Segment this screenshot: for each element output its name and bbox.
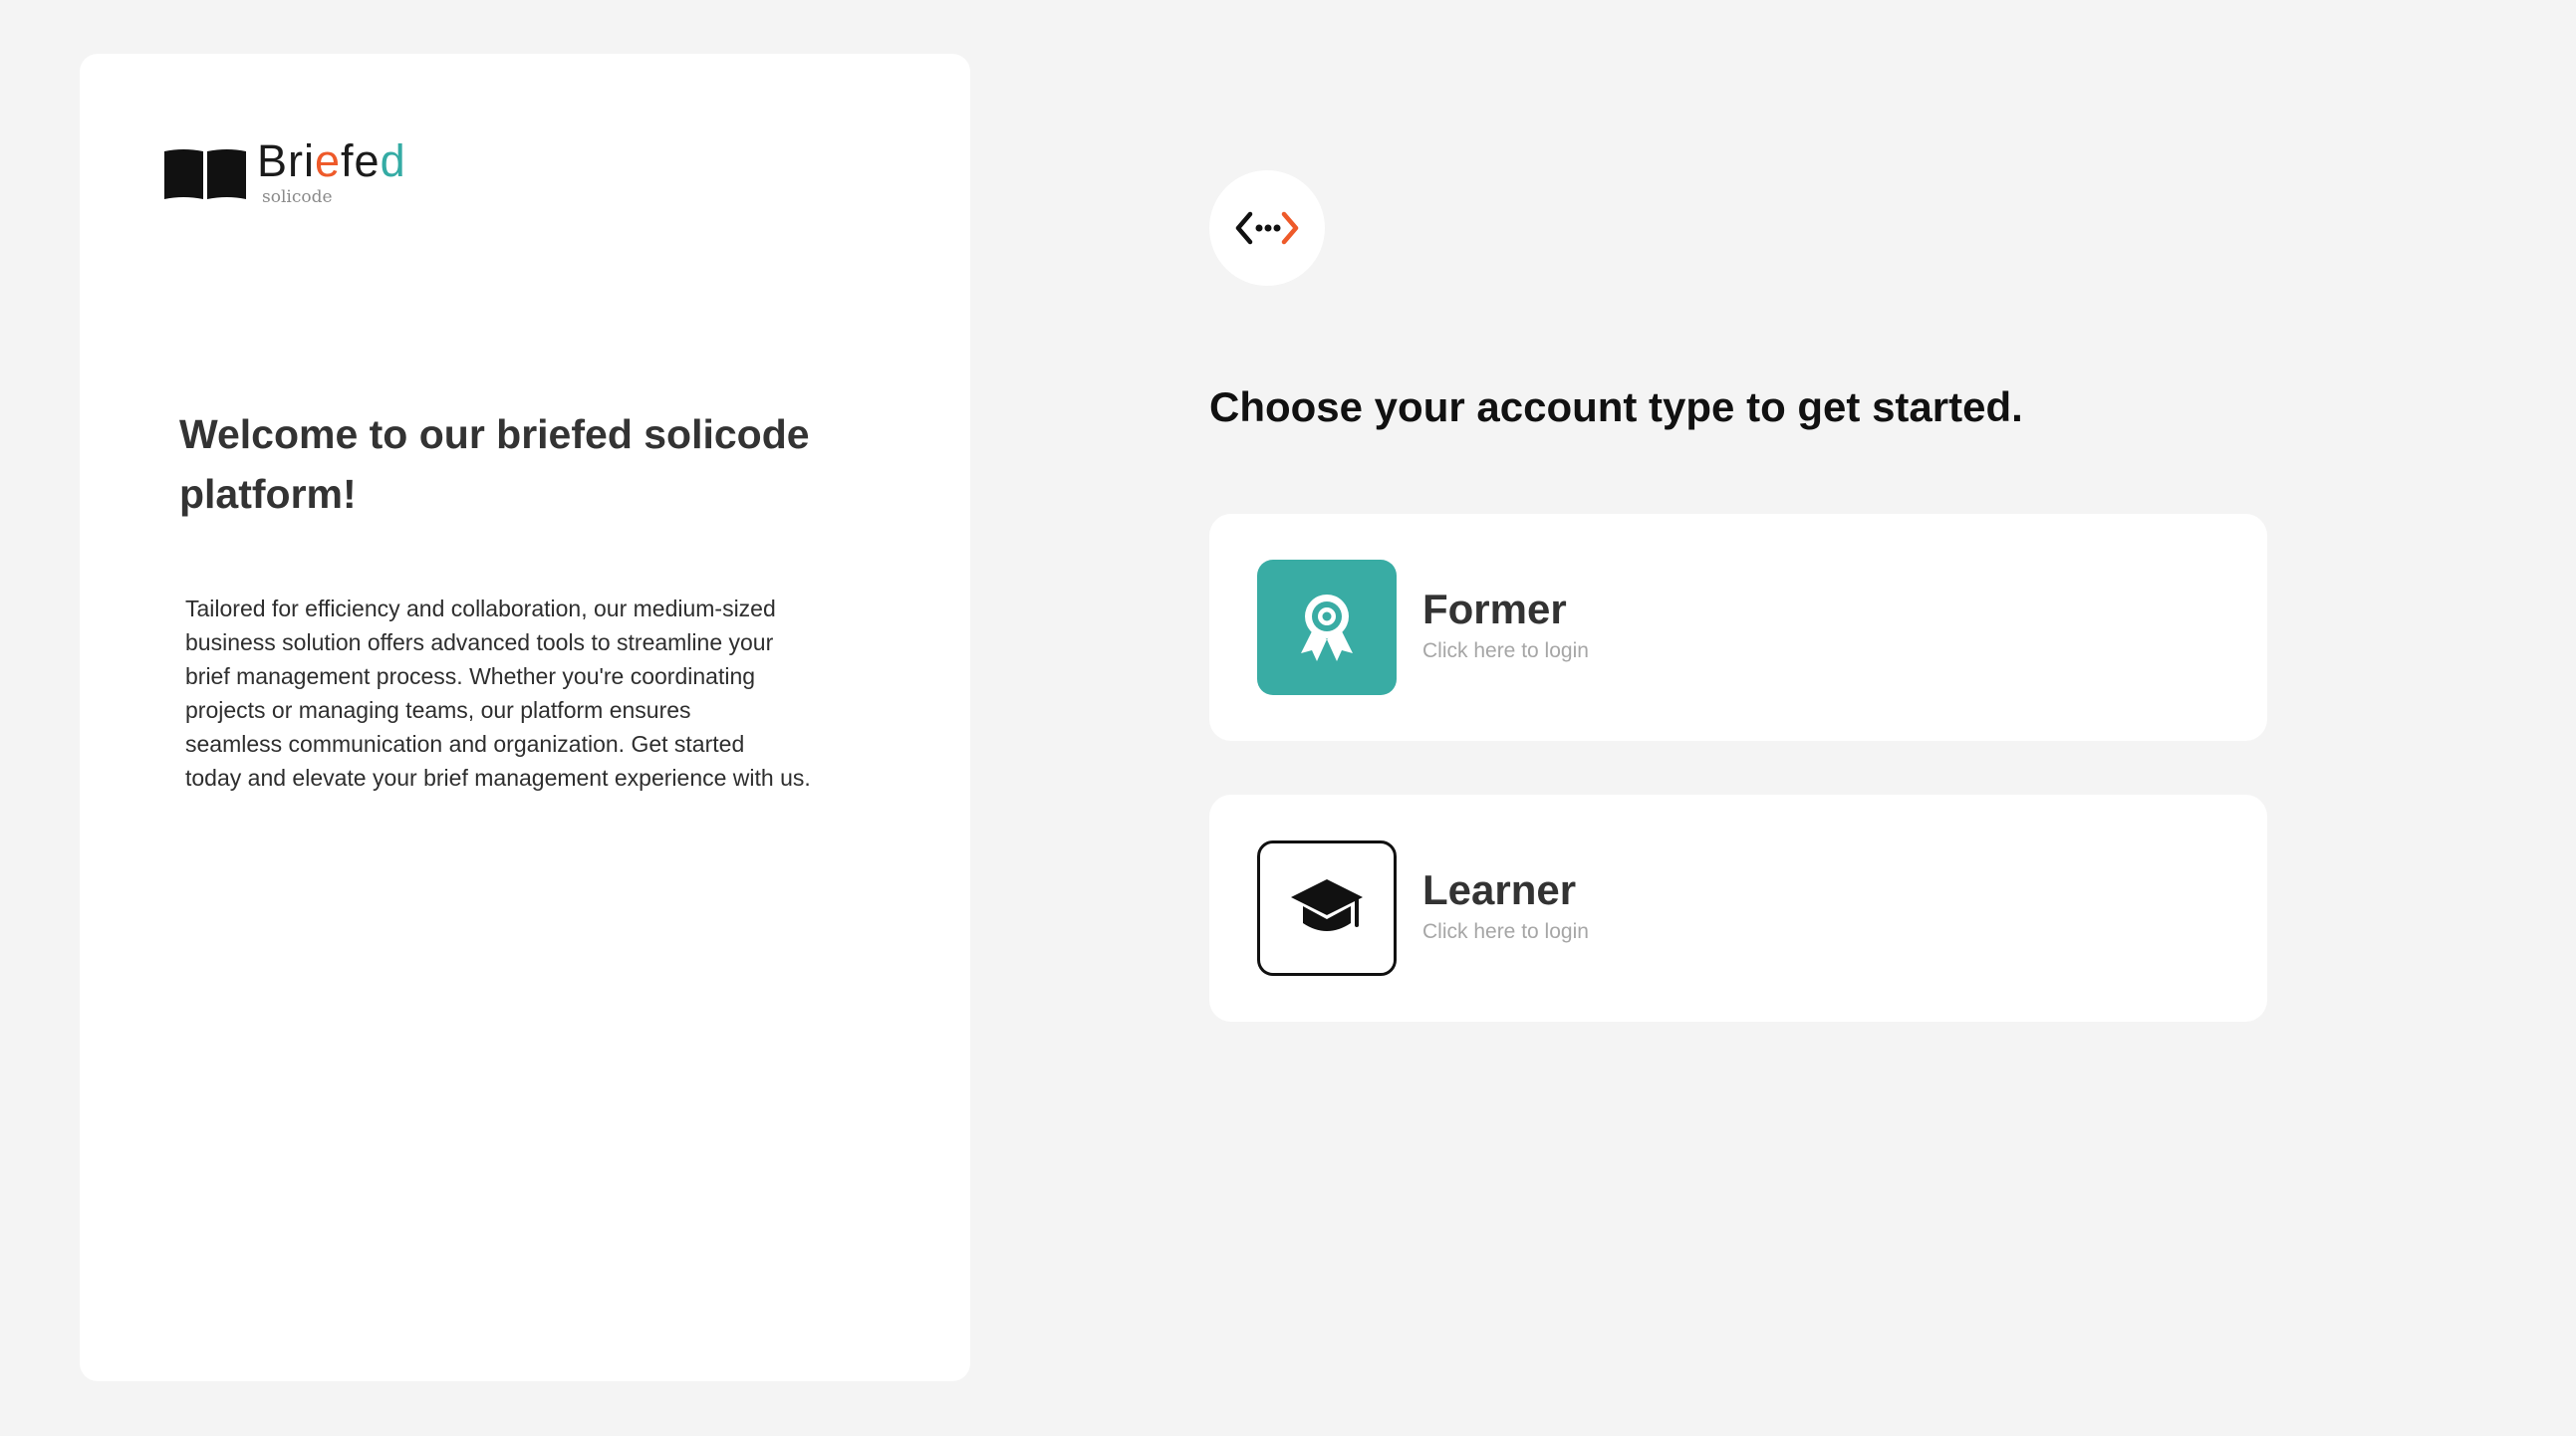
former-account-card[interactable]: Former Click here to login: [1209, 514, 2267, 741]
learner-account-card[interactable]: Learner Click here to login: [1209, 795, 2267, 1022]
former-icon-box: [1257, 560, 1397, 695]
learner-title: Learner: [1422, 866, 1577, 913]
welcome-line: today and elevate your brief management …: [185, 765, 811, 791]
logo-wordmark: Briefed: [257, 135, 406, 186]
login-page: Briefed solicode Welcome to our briefed …: [0, 0, 2576, 1436]
logo-subtitle: solicode: [262, 187, 333, 207]
welcome-line: business solution offers advanced tools …: [185, 629, 774, 655]
account-type-heading: Choose your account type to get started.: [1209, 383, 2023, 430]
learner-login-hint: Click here to login: [1422, 920, 1589, 943]
graduation-cap-icon: [1291, 879, 1363, 931]
former-login-hint: Click here to login: [1422, 639, 1589, 662]
welcome-line: brief management process. Whether you're…: [185, 663, 756, 689]
learner-icon-box: [1257, 840, 1397, 976]
welcome-line: projects or managing teams, our platform…: [185, 697, 691, 723]
code-badge: [1209, 170, 1325, 286]
welcome-description: Tailored for efficiency and collaboratio…: [185, 592, 883, 795]
welcome-title: Welcome to our briefed solicode platform…: [179, 411, 810, 517]
award-ribbon-icon: [1301, 595, 1353, 661]
welcome-line: Tailored for efficiency and collaboratio…: [185, 596, 776, 621]
welcome-panel: Briefed solicode Welcome to our briefed …: [80, 54, 970, 1381]
former-title: Former: [1422, 586, 1567, 632]
welcome-line: seamless communication and organization.…: [185, 731, 745, 757]
book-icon: [164, 149, 246, 199]
code-arrows-icon: [1235, 211, 1299, 245]
